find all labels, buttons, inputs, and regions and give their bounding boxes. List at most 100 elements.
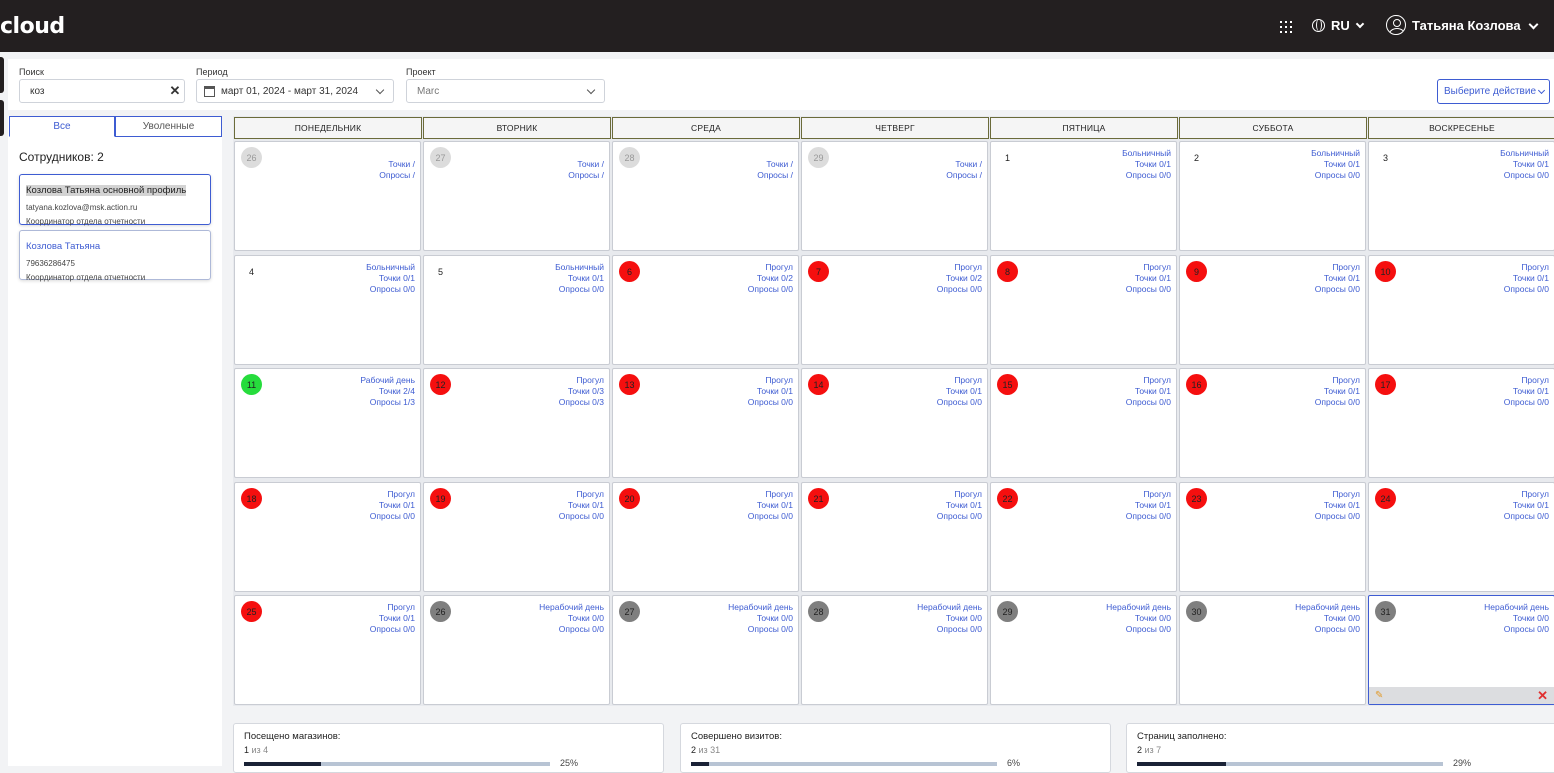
day-info: Прогул Точки 0/3 Опросы 0/3 xyxy=(559,375,604,408)
day-status: Нерабочий день xyxy=(1106,602,1171,612)
day-number: 5 xyxy=(437,266,443,277)
calendar-day-cell[interactable]: 26 Нерабочий день Точки 0/0 Опросы 0/0 xyxy=(423,595,610,705)
clear-icon[interactable]: ✕ xyxy=(166,83,184,99)
language-label: RU xyxy=(1331,18,1350,33)
delete-icon[interactable]: ✕ xyxy=(1537,688,1548,704)
day-info: Прогул Точки 0/1 Опросы 0/0 xyxy=(1126,489,1171,522)
day-points: Точки 0/0 xyxy=(1323,613,1360,623)
day-points: Точки 0/1 xyxy=(567,273,604,283)
user-menu[interactable]: Татьяна Козлова xyxy=(1386,15,1521,35)
stat-progress-fill xyxy=(244,762,321,766)
day-info: Прогул Точки 0/1 Опросы 0/0 xyxy=(1504,375,1549,408)
calendar-day-cell[interactable]: 17 Прогул Точки 0/1 Опросы 0/0 xyxy=(1368,368,1554,478)
edit-pencil-icon[interactable]: ✎ xyxy=(1375,690,1383,701)
calendar-day-cell[interactable]: 29 Нерабочий день Точки 0/0 Опросы 0/0 xyxy=(990,595,1177,705)
day-info: Точки / Опросы / xyxy=(946,148,982,181)
calendar-day-cell[interactable]: 2 Больничный Точки 0/1 Опросы 0/0 xyxy=(1179,141,1366,251)
stat-title: Совершено визитов: xyxy=(691,731,782,742)
stat-total: из 4 xyxy=(249,745,269,755)
day-points: Точки 0/1 xyxy=(756,386,793,396)
language-selector[interactable]: RU xyxy=(1312,18,1365,33)
calendar-day-cell[interactable]: 22 Прогул Точки 0/1 Опросы 0/0 xyxy=(990,482,1177,592)
calendar-day-cell[interactable]: 10 Прогул Точки 0/1 Опросы 0/0 xyxy=(1368,255,1554,365)
calendar-day-cell[interactable]: 21 Прогул Точки 0/1 Опросы 0/0 xyxy=(801,482,988,592)
day-number: 28 xyxy=(619,147,640,168)
day-surveys: Опросы 0/0 xyxy=(747,397,793,407)
day-status: Прогул xyxy=(1521,489,1549,499)
user-menu-chevron-icon[interactable] xyxy=(1528,19,1539,30)
day-surveys: Опросы 0/0 xyxy=(369,284,415,294)
calendar-day-cell[interactable]: 27 Точки / Опросы / xyxy=(423,141,610,251)
calendar-day-cell[interactable]: 12 Прогул Точки 0/3 Опросы 0/3 xyxy=(423,368,610,478)
stat-percent: 6% xyxy=(1007,758,1021,768)
period-picker[interactable]: март 01, 2024 - март 31, 2024 xyxy=(196,79,394,103)
app-logo[interactable]: cloud xyxy=(0,14,65,39)
calendar-day-cell[interactable]: 3 Больничный Точки 0/1 Опросы 0/0 xyxy=(1368,141,1554,251)
calendar-day-cell[interactable]: 23 Прогул Точки 0/1 Опросы 0/0 xyxy=(1179,482,1366,592)
calendar-day-cell[interactable]: 15 Прогул Точки 0/1 Опросы 0/0 xyxy=(990,368,1177,478)
calendar-day-cell[interactable]: 18 Прогул Точки 0/1 Опросы 0/0 xyxy=(234,482,421,592)
day-surveys: Опросы / xyxy=(379,170,415,180)
calendar-day-cell[interactable]: 16 Прогул Точки 0/1 Опросы 0/0 xyxy=(1179,368,1366,478)
employee-card[interactable]: Козлова Татьяна 79636286475 Координатор … xyxy=(19,230,211,282)
calendar-day-cell[interactable]: 27 Нерабочий день Точки 0/0 Опросы 0/0 xyxy=(612,595,799,705)
tab-all[interactable]: Все xyxy=(9,116,115,137)
calendar-day-cell[interactable]: 31 Нерабочий день Точки 0/0 Опросы 0/0 ✎ ✕ xyxy=(1368,595,1554,705)
day-info: Прогул Точки 0/1 Опросы 0/0 xyxy=(559,489,604,522)
employee-name: Козлова Татьяна xyxy=(26,241,101,252)
calendar-day-cell[interactable]: 28 Точки / Опросы / xyxy=(612,141,799,251)
tab-fired[interactable]: Уволенные xyxy=(115,116,222,137)
choose-action-button[interactable]: Выберите действие xyxy=(1437,79,1550,104)
day-surveys: Опросы 0/0 xyxy=(936,397,982,407)
day-surveys: Опросы 0/0 xyxy=(1503,284,1549,294)
day-surveys: Опросы 0/0 xyxy=(936,511,982,521)
side-tab-handle[interactable] xyxy=(0,57,4,93)
employee-name: Козлова Татьяна основной профиль xyxy=(26,185,187,196)
day-status: Прогул xyxy=(1143,262,1171,272)
day-number: 25 xyxy=(241,601,262,622)
calendar-day-cell[interactable]: 4 Больничный Точки 0/1 Опросы 0/0 xyxy=(234,255,421,365)
search-input[interactable]: коз ✕ xyxy=(19,79,185,103)
period-label: Период xyxy=(196,67,228,77)
period-value: март 01, 2024 - март 31, 2024 xyxy=(221,85,359,97)
day-points: Точки 0/1 xyxy=(1512,273,1549,283)
calendar-day-cell[interactable]: 25 Прогул Точки 0/1 Опросы 0/0 xyxy=(234,595,421,705)
calendar-day-cell[interactable]: 5 Больничный Точки 0/1 Опросы 0/0 xyxy=(423,255,610,365)
globe-icon xyxy=(1312,19,1325,32)
calendar-day-cell[interactable]: 7 Прогул Точки 0/2 Опросы 0/0 xyxy=(801,255,988,365)
day-number: 8 xyxy=(997,261,1018,282)
calendar-day-cell[interactable]: 6 Прогул Точки 0/2 Опросы 0/0 xyxy=(612,255,799,365)
calendar-day-cell[interactable]: 1 Больничный Точки 0/1 Опросы 0/0 xyxy=(990,141,1177,251)
calendar-day-cell[interactable]: 20 Прогул Точки 0/1 Опросы 0/0 xyxy=(612,482,799,592)
calendar-day-cell[interactable]: 8 Прогул Точки 0/1 Опросы 0/0 xyxy=(990,255,1177,365)
day-points: Точки 0/1 xyxy=(1323,500,1360,510)
day-points: Точки 0/1 xyxy=(1134,273,1171,283)
calendar-day-cell[interactable]: 30 Нерабочий день Точки 0/0 Опросы 0/0 xyxy=(1179,595,1366,705)
side-tab-handle[interactable] xyxy=(0,100,4,136)
calendar-day-cell[interactable]: 9 Прогул Точки 0/1 Опросы 0/0 xyxy=(1179,255,1366,365)
calendar-day-cell[interactable]: 24 Прогул Точки 0/1 Опросы 0/0 xyxy=(1368,482,1554,592)
day-surveys: Опросы 0/0 xyxy=(558,284,604,294)
calendar-day-cell[interactable]: 14 Прогул Точки 0/1 Опросы 0/0 xyxy=(801,368,988,478)
day-surveys: Опросы 0/0 xyxy=(936,624,982,634)
day-status: Прогул xyxy=(765,489,793,499)
day-info: Больничный Точки 0/1 Опросы 0/0 xyxy=(1500,148,1549,181)
calendar-day-cell[interactable]: 11 Рабочий день Точки 2/4 Опросы 1/3 xyxy=(234,368,421,478)
day-points: Точки 0/1 xyxy=(945,500,982,510)
calendar-day-cell[interactable]: 26 Точки / Опросы / xyxy=(234,141,421,251)
calendar-day-cell[interactable]: 19 Прогул Точки 0/1 Опросы 0/0 xyxy=(423,482,610,592)
day-surveys: Опросы 0/0 xyxy=(936,284,982,294)
employee-card[interactable]: Козлова Татьяна основной профиль tatyana… xyxy=(19,174,211,226)
day-info: Нерабочий день Точки 0/0 Опросы 0/0 xyxy=(1106,602,1171,635)
day-status: Нерабочий день xyxy=(1484,602,1549,612)
apps-grid-icon[interactable] xyxy=(1280,21,1292,33)
calendar-day-cell[interactable]: 29 Точки / Опросы / xyxy=(801,141,988,251)
employee-count: Сотрудников: 2 xyxy=(19,150,104,164)
project-select[interactable]: Marс xyxy=(406,79,605,103)
day-status: Прогул xyxy=(387,602,415,612)
calendar-day-cell[interactable]: 13 Прогул Точки 0/1 Опросы 0/0 xyxy=(612,368,799,478)
project-label: Проект xyxy=(406,67,436,77)
day-surveys: Опросы 0/0 xyxy=(1503,511,1549,521)
calendar-day-cell[interactable]: 28 Нерабочий день Точки 0/0 Опросы 0/0 xyxy=(801,595,988,705)
day-status: Нерабочий день xyxy=(1295,602,1360,612)
